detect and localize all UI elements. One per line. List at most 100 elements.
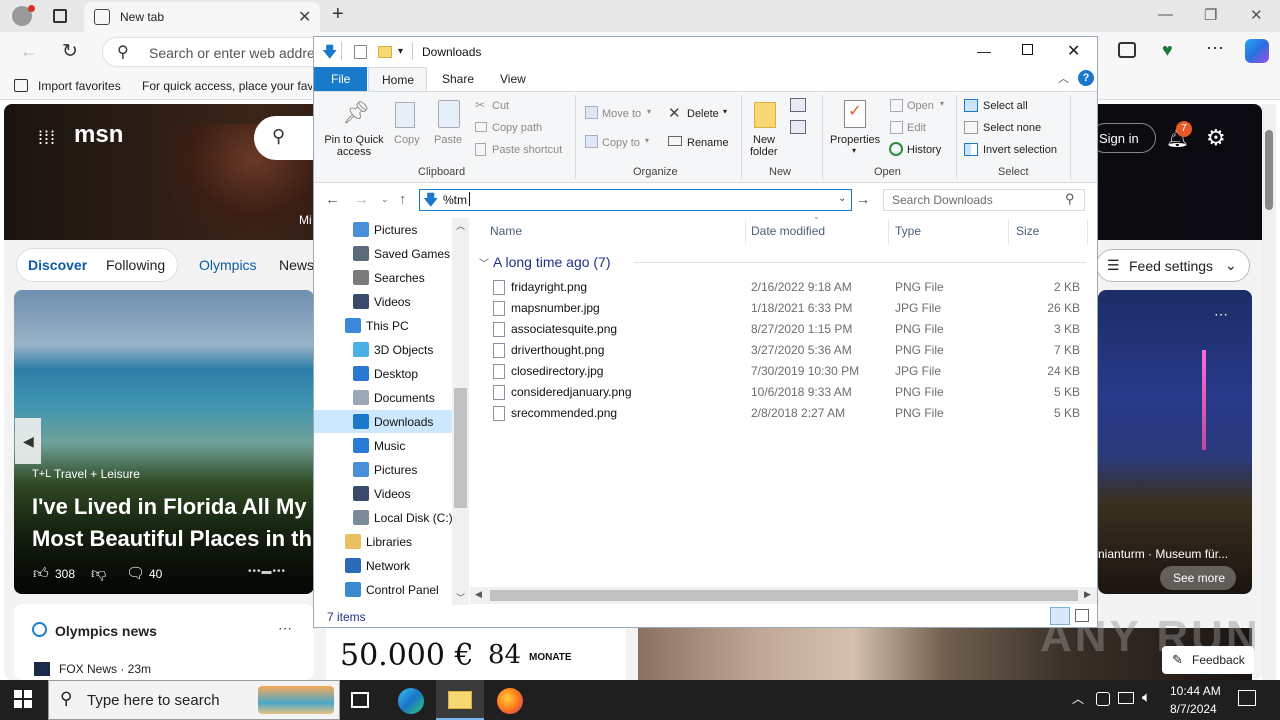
nav-scroll-up-icon[interactable]: ︿ [456,219,465,232]
group-collapse-icon[interactable]: ﹀ [479,255,489,270]
ribbon-tab-file[interactable]: File [314,67,367,91]
address-path-input[interactable]: %tm [443,193,467,207]
new-item-icon[interactable] [790,98,806,112]
feed-settings-button[interactable]: ☰ Feed settings ⌄ [1096,249,1250,282]
history-button[interactable]: History [907,144,941,156]
like-icon[interactable]: 👍︎ [33,565,49,583]
ribbon-tab-home[interactable]: Home [368,67,427,92]
nav-item[interactable]: Control Panel [314,578,454,602]
nav-item[interactable]: Libraries [314,530,454,554]
nav-item[interactable]: Searches [314,266,454,290]
clock-time[interactable]: 10:44 AM [1170,684,1221,698]
file-row[interactable]: fridayright.png 2/16/2022 9:18 AM PNG File… [488,277,1084,298]
move-to-button[interactable]: Move to [602,108,641,120]
address-dropdown-icon[interactable]: ⌄ [838,193,846,204]
clock-date[interactable]: 8/7/2024 [1170,702,1217,716]
notifications-icon[interactable] [1238,690,1256,706]
apps-grid-icon[interactable]: ⁞⁞⁞ [38,128,56,149]
nav-item[interactable]: Videos [314,290,454,314]
show-hidden-icons[interactable]: ︿ [1072,690,1084,707]
more-menu-icon[interactable]: ⋯ [1206,38,1224,59]
column-header-size[interactable]: Size [1016,224,1039,238]
nav-item[interactable]: Documents [314,386,454,410]
file-row[interactable]: associatesquite.png 8/27/2020 1:15 PM PNG … [488,319,1084,340]
copilot-icon[interactable] [1245,39,1269,63]
properties-quick-icon[interactable] [354,45,367,59]
tray-device-icon[interactable] [1096,692,1110,706]
customize-toolbar-icon[interactable]: ▾ [398,46,403,57]
column-header-type[interactable]: Type [895,224,921,238]
feedback-button[interactable]: ✎ Feedback [1162,646,1254,674]
nav-item[interactable]: Videos [314,482,454,506]
refresh-icon[interactable]: ↻ [62,40,78,63]
nav-item[interactable]: Desktop [314,362,454,386]
recent-locations-icon[interactable]: ⌄ [381,194,389,205]
card-title-line1[interactable]: I've Lived in Florida All My [32,494,307,520]
firefox-icon[interactable] [497,688,523,714]
back-icon[interactable]: ← [20,41,38,62]
tab-olympics[interactable]: Olympics [199,257,257,273]
cut-button[interactable]: Cut [492,100,509,112]
task-view-icon[interactable] [351,692,369,708]
card-more-icon[interactable]: ⋯ [1214,306,1228,323]
tab-discover[interactable]: Discover [28,257,87,273]
collapse-ribbon-icon[interactable]: ︿ [1058,70,1069,86]
open-button[interactable]: Open [907,100,934,112]
windows-start-icon[interactable] [14,690,32,708]
import-favorites-link[interactable]: Import favorites [38,79,121,93]
forward-arrow-icon[interactable]: → [354,191,369,208]
carousel-prev-button[interactable]: ◀ [15,418,41,464]
tab-actions-icon[interactable] [53,9,67,23]
tab-news[interactable]: News [279,257,314,273]
copy-button[interactable]: Copy [390,98,424,148]
paste-button[interactable]: Paste [432,98,466,148]
help-icon[interactable]: ? [1078,70,1094,86]
rename-button[interactable]: Rename [687,137,729,149]
folder-quick-icon[interactable] [378,46,392,58]
quick-access-down-icon[interactable]: 🡇 [322,42,337,67]
new-tab-button[interactable]: + [332,3,344,26]
close-button[interactable]: ✕ [1067,41,1080,61]
nav-scrollbar-thumb[interactable] [454,388,467,508]
address-bar[interactable]: ⚲ Search or enter web address [102,37,332,67]
dislike-icon[interactable]: 👎︎ [91,565,106,583]
copy-path-button[interactable]: Copy path [492,122,542,134]
large-icons-view-icon[interactable] [1075,609,1089,622]
nav-item[interactable]: This PC [314,314,454,338]
minimize-browser-button[interactable]: — [1158,6,1173,23]
copy-to-button[interactable]: Copy to [602,137,640,149]
restore-browser-button[interactable]: ❐ [1204,6,1217,24]
pin-quick-access-button[interactable]: 📌︎ Pin to Quick access [318,98,386,160]
nav-item[interactable]: Pictures [314,218,454,242]
olympics-more-icon[interactable]: ⋯ [278,620,292,637]
delete-button[interactable]: Delete [687,108,719,120]
nav-item[interactable]: Local Disk (C:) [314,506,454,530]
details-view-icon[interactable] [1050,607,1070,625]
sign-in-button[interactable]: Sign in [1090,123,1156,153]
go-arrow-icon[interactable]: → [856,191,870,207]
nav-item[interactable]: 3D Objects [314,338,454,362]
group-header[interactable]: A long time ago (7) [493,254,611,270]
settings-gear-icon[interactable]: ⚙ [1206,125,1226,151]
back-arrow-icon[interactable]: ← [325,191,340,208]
horizontal-scrollbar-thumb[interactable] [490,590,1078,601]
paste-shortcut-button[interactable]: Paste shortcut [492,144,562,156]
file-row[interactable]: mapsnumber.jpg 1/18/2021 6:33 PM JPG File 2… [488,298,1084,319]
volume-icon[interactable]: 🔈︎ [1142,689,1151,706]
nav-scroll-down-icon[interactable]: ﹀ [456,591,465,604]
extensions-icon[interactable]: ♥ [1162,40,1173,61]
properties-button[interactable]: ✓ Properties ▾ [828,98,882,160]
new-folder-button[interactable]: New folder [746,98,786,160]
easy-access-icon[interactable] [790,120,806,134]
invert-selection-button[interactable]: Invert selection [983,144,1057,156]
nav-item[interactable]: Music [314,434,454,458]
up-arrow-icon[interactable]: ↑ [399,191,407,208]
edit-button[interactable]: Edit [907,122,926,134]
ribbon-tab-view[interactable]: View [500,72,526,86]
maximize-button[interactable] [1022,44,1033,55]
column-header-date[interactable]: Date modified [751,224,825,238]
address-path-box[interactable] [419,189,852,211]
select-none-button[interactable]: Select none [983,122,1041,134]
hscroll-left-icon[interactable]: ◀ [475,589,482,600]
tab-following[interactable]: Following [106,257,165,273]
